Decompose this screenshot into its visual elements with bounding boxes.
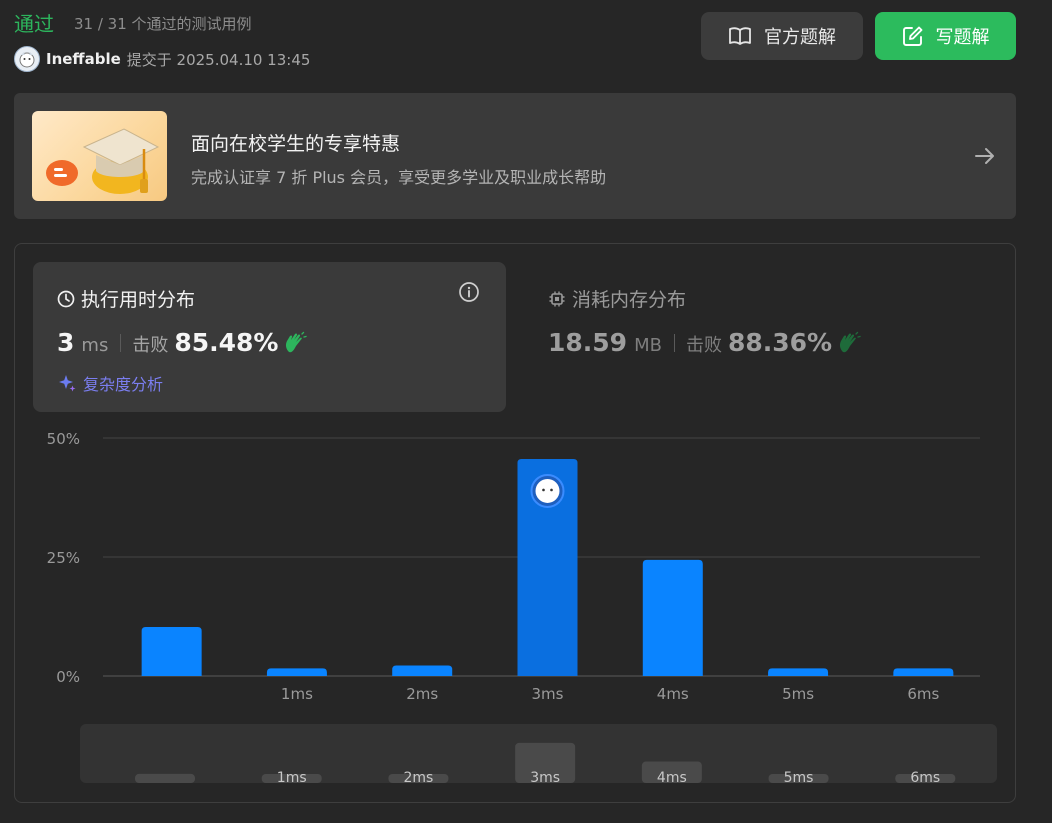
y-tick-label: 0%	[56, 668, 80, 686]
bar[interactable]	[141, 626, 202, 676]
overview-label: 1ms	[277, 770, 307, 786]
bar[interactable]	[768, 668, 829, 676]
overview-label: 4ms	[657, 770, 687, 786]
runtime-distribution-chart[interactable]: 0% 25% 50% 1ms 2ms 3ms 4ms 5ms 6ms 1ms 2ms 3ms 4ms 5m…	[0, 0, 1052, 823]
x-tick-label: 1ms	[281, 685, 313, 703]
y-tick-label: 50%	[47, 430, 80, 448]
x-tick-label: 4ms	[657, 685, 689, 703]
bar[interactable]	[392, 665, 453, 676]
overview-label: 2ms	[404, 770, 434, 786]
avatar-eye	[542, 488, 545, 492]
overview-bar	[135, 773, 195, 783]
bar[interactable]	[266, 668, 327, 676]
y-tick-label: 25%	[47, 549, 80, 567]
avatar-eye	[550, 488, 553, 492]
bar[interactable]	[893, 668, 954, 676]
overview-label: 3ms	[530, 770, 560, 786]
user-avatar-face	[535, 478, 560, 503]
bar[interactable]	[642, 559, 703, 676]
x-tick-label: 2ms	[406, 685, 438, 703]
overview-label: 5ms	[784, 770, 814, 786]
x-tick-label: 3ms	[532, 685, 564, 703]
x-tick-label: 6ms	[907, 685, 939, 703]
overview-label: 6ms	[910, 770, 940, 786]
x-tick-label: 5ms	[782, 685, 814, 703]
